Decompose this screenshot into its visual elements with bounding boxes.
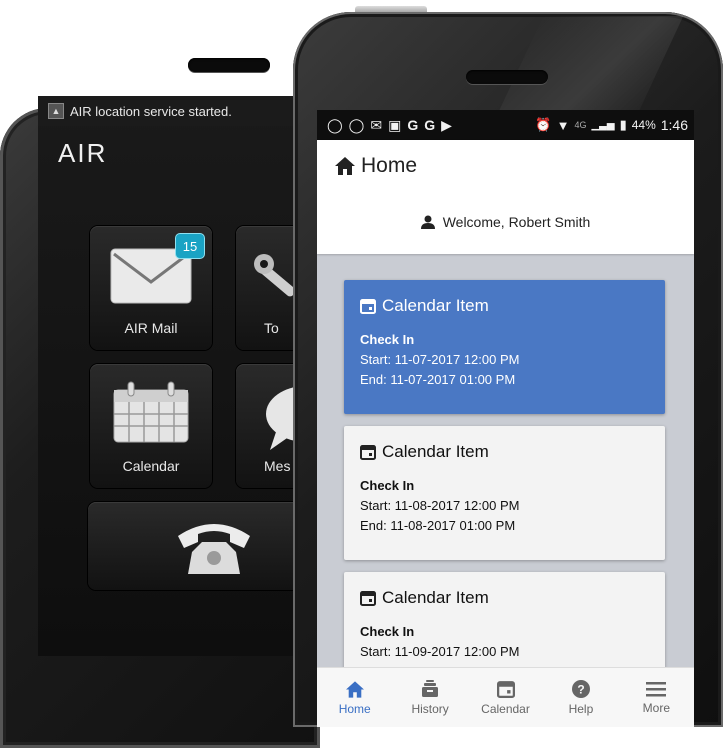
google-icon: G xyxy=(424,116,436,133)
unread-badge: 15 xyxy=(176,234,204,258)
card-title-text: Calendar Item xyxy=(382,588,489,607)
back-phone-screen: ▲ AIR location service started. AIR 15 A… xyxy=(38,96,358,656)
page-title-text: Home xyxy=(361,154,418,177)
app-header: Home Welcome, Robert Smith xyxy=(317,140,694,254)
nav-label: Calendar xyxy=(481,702,530,716)
history-icon xyxy=(421,680,439,698)
nav-history[interactable]: History xyxy=(392,668,467,727)
nav-label: More xyxy=(642,701,670,715)
card-title: Calendar Item xyxy=(360,296,649,316)
card-title-text: Calendar Item xyxy=(382,442,489,461)
location-icon: ▲ xyxy=(48,103,64,119)
google-icon: G xyxy=(407,116,419,133)
app-screen: ◯ ◯ ✉ ▣ G G ▶ ⏰ ▼ 4G ▁▃▅ ▮ 44% 1:46 Home… xyxy=(317,110,694,727)
welcome-text: Welcome, Robert Smith xyxy=(442,214,591,230)
alarm-icon: ⏰ xyxy=(535,117,552,132)
card-event: Check In xyxy=(360,478,415,493)
home-icon xyxy=(335,157,355,175)
card-event: Check In xyxy=(360,332,415,347)
notification-text: AIR location service started. xyxy=(70,103,232,119)
calendar-icon xyxy=(360,591,376,606)
card-start: Start: 11-08-2017 12:00 PM xyxy=(360,498,520,513)
tile-label: AIR Mail xyxy=(124,320,178,336)
nav-calendar[interactable]: Calendar xyxy=(468,668,543,727)
card-title-text: Calendar Item xyxy=(382,296,489,315)
chat-icon: ◯ xyxy=(327,116,343,133)
nav-help[interactable]: ? Help xyxy=(543,668,618,727)
image-icon: ▣ xyxy=(388,116,402,133)
battery-icon: ▮ xyxy=(619,117,627,132)
card-start: Start: 11-09-2017 12:00 PM xyxy=(360,644,520,659)
nav-home[interactable]: Home xyxy=(317,668,392,727)
battery-level: 44% xyxy=(631,118,656,132)
tile-air-mail[interactable]: 15 AIR Mail xyxy=(90,226,212,350)
calendar-item-card[interactable]: Calendar Item Check In Start: 11-08-2017… xyxy=(344,426,665,560)
tile-label: Calendar xyxy=(122,458,180,474)
card-title: Calendar Item xyxy=(360,588,649,608)
calendar-icon xyxy=(113,381,189,443)
front-phone-speaker xyxy=(466,70,548,84)
calendar-item-card[interactable]: Calendar Item Check In Start: 11-07-2017… xyxy=(344,280,665,414)
page-title: Home xyxy=(335,154,417,178)
system-status: ⏰ ▼ 4G ▁▃▅ ▮ 44% 1:46 xyxy=(535,117,688,133)
nav-label: Help xyxy=(568,702,594,716)
nav-label: History xyxy=(411,702,449,716)
card-start: Start: 11-07-2017 12:00 PM xyxy=(360,352,520,367)
calendar-icon xyxy=(360,445,376,460)
welcome-message: Welcome, Robert Smith xyxy=(317,214,694,230)
notification-bar[interactable]: ▲ AIR location service started. xyxy=(38,96,320,126)
bottom-navigation: Home History Calendar ? Help More xyxy=(317,667,694,727)
calendar-icon xyxy=(496,680,515,698)
gmail-icon: ✉ xyxy=(370,116,383,133)
calendar-icon xyxy=(360,299,376,314)
wifi-icon: ▼ xyxy=(556,117,570,133)
card-end: End: 11-07-2017 01:00 PM xyxy=(360,372,516,387)
user-icon xyxy=(420,215,435,229)
menu-icon xyxy=(646,681,667,697)
network-type: 4G xyxy=(574,120,587,130)
chat-icon: ◯ xyxy=(348,116,365,133)
tile-calendar[interactable]: Calendar xyxy=(90,364,212,488)
nav-label: Home xyxy=(338,701,371,716)
signal-icon: ▁▃▅ xyxy=(591,119,615,131)
card-end: End: 11-08-2017 01:00 PM xyxy=(360,518,516,533)
card-title: Calendar Item xyxy=(360,442,649,462)
nav-more[interactable]: More xyxy=(619,668,694,727)
back-phone-speaker xyxy=(188,58,270,72)
phone-icon xyxy=(178,524,250,574)
notification-icons: ◯ ◯ ✉ ▣ G G ▶ xyxy=(327,117,452,134)
svg-text:?: ? xyxy=(577,683,584,697)
card-event: Check In xyxy=(360,624,415,639)
clock: 1:46 xyxy=(660,117,688,133)
status-bar: ◯ ◯ ✉ ▣ G G ▶ ⏰ ▼ 4G ▁▃▅ ▮ 44% 1:46 xyxy=(317,110,694,140)
help-icon: ? xyxy=(571,680,590,698)
play-icon: ▶ xyxy=(441,116,452,133)
air-logo: AIR xyxy=(58,138,108,168)
home-icon xyxy=(345,680,364,698)
tile-phone[interactable] xyxy=(88,502,328,590)
